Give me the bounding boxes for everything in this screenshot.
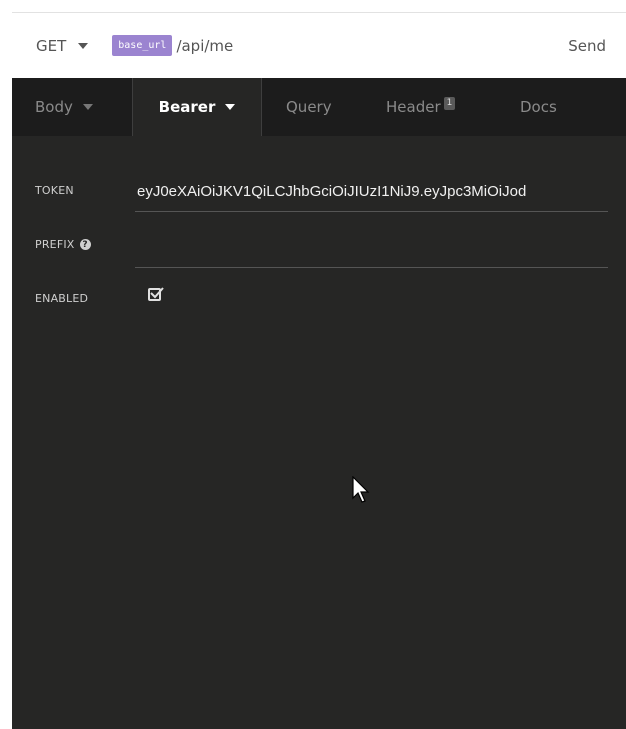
tab-docs[interactable]: Docs [520, 78, 557, 136]
chevron-down-icon [78, 42, 89, 49]
send-button[interactable]: Send [568, 37, 606, 55]
header-count-badge: 1 [443, 96, 456, 110]
prefix-input[interactable] [135, 228, 608, 268]
prefix-label: PREFIX [35, 238, 75, 251]
tab-body[interactable]: Body [12, 78, 132, 136]
tab-header[interactable]: Header 1 [386, 78, 456, 136]
tab-header-label: Header [386, 98, 441, 116]
method-dropdown[interactable]: GET [36, 36, 89, 55]
tab-body-label: Body [35, 98, 73, 116]
url-path[interactable]: /api/me [176, 37, 233, 55]
token-input[interactable] [135, 172, 608, 212]
token-label: TOKEN [35, 184, 74, 197]
base-url-variable-tag[interactable]: base_url [112, 35, 173, 56]
tab-bearer-label: Bearer [158, 98, 216, 116]
url-bar: GET base_url /api/me Send [12, 12, 626, 78]
mouse-cursor-icon [352, 476, 370, 503]
chevron-down-icon [225, 104, 236, 110]
checkbox-checked-icon [150, 287, 164, 299]
method-label: GET [36, 36, 67, 55]
request-panel: Body Bearer Query Header 1 Docs TOKEN PR… [12, 78, 626, 729]
chevron-down-icon [82, 104, 93, 110]
enabled-checkbox[interactable] [148, 287, 164, 301]
tab-query[interactable]: Query [286, 78, 332, 136]
tab-bearer[interactable]: Bearer [132, 78, 262, 136]
tab-bar: Body Bearer Query Header 1 Docs [12, 78, 626, 136]
tab-docs-label: Docs [520, 98, 557, 116]
tab-query-label: Query [286, 98, 332, 116]
enabled-label: ENABLED [35, 292, 89, 305]
question-circle-icon[interactable]: ? [79, 239, 91, 250]
prefix-label-group: PREFIX ? [35, 238, 91, 251]
